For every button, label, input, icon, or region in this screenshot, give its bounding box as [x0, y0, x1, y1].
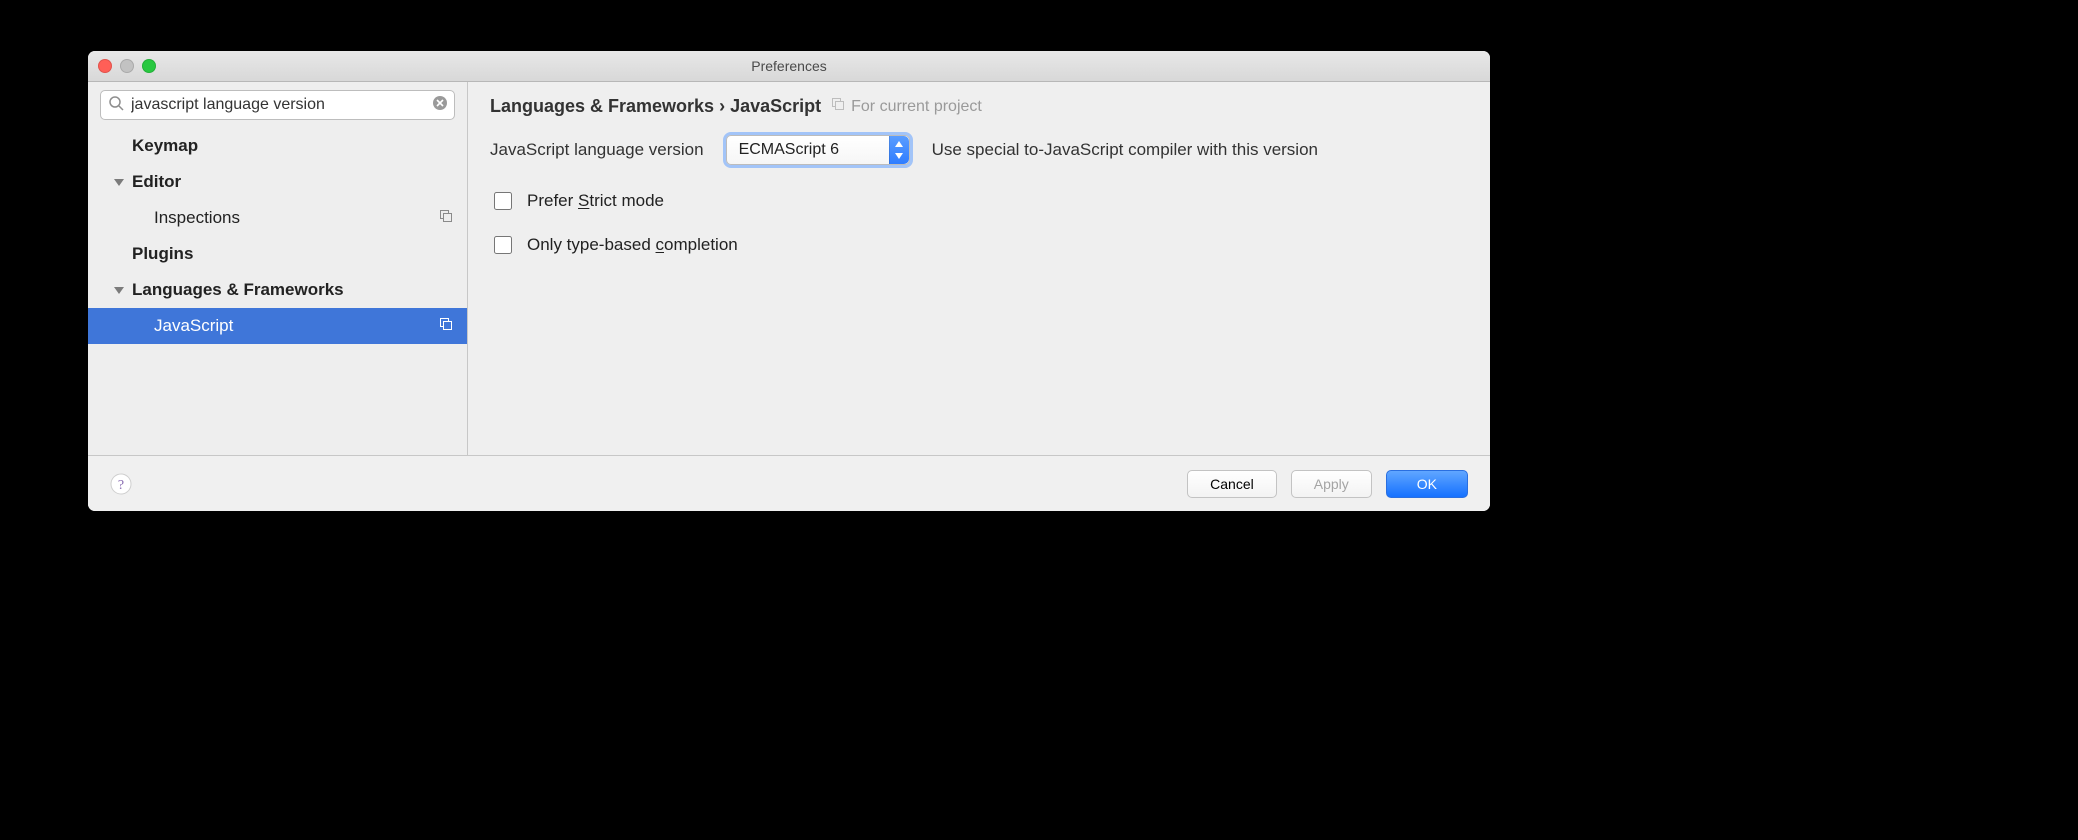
sidebar-item-languages-frameworks[interactable]: Languages & Frameworks [88, 272, 467, 308]
search-icon [108, 95, 124, 115]
ok-button[interactable]: OK [1386, 470, 1468, 498]
sidebar-item-keymap[interactable]: Keymap [88, 128, 467, 164]
minimize-window-icon [120, 59, 134, 73]
language-version-value: ECMAScript 6 [739, 141, 839, 159]
scope-icon [439, 316, 453, 336]
window-controls [98, 59, 156, 73]
type-completion-checkbox[interactable]: Only type-based completion [490, 233, 1466, 257]
clear-search-icon[interactable] [432, 95, 448, 115]
type-completion-input[interactable] [494, 236, 512, 254]
prefer-strict-input[interactable] [494, 192, 512, 210]
scope-icon [831, 97, 845, 116]
sidebar-item-label: Editor [132, 172, 181, 192]
sidebar-item-javascript[interactable]: JavaScript [88, 308, 467, 344]
apply-button[interactable]: Apply [1291, 470, 1372, 498]
sidebar-item-inspections[interactable]: Inspections [88, 200, 467, 236]
svg-text:?: ? [118, 478, 124, 493]
sidebar-item-label: Languages & Frameworks [132, 280, 344, 300]
sidebar-item-label: Inspections [154, 208, 240, 228]
type-completion-label: Only type-based completion [527, 235, 738, 255]
search-input[interactable] [129, 95, 424, 115]
scope-hint: For current project [831, 97, 982, 116]
sidebar-item-label: Keymap [132, 136, 198, 156]
scope-icon [439, 208, 453, 228]
language-version-label: JavaScript language version [490, 140, 704, 160]
sidebar-item-plugins[interactable]: Plugins [88, 236, 467, 272]
prefer-strict-label: Prefer Strict mode [527, 191, 664, 211]
chevron-down-icon[interactable] [114, 280, 124, 300]
preferences-search[interactable] [100, 90, 455, 120]
sidebar-item-label: Plugins [132, 244, 193, 264]
sidebar-item-editor[interactable]: Editor [88, 164, 467, 200]
breadcrumb-path: Languages & Frameworks › JavaScript [490, 96, 821, 117]
help-icon[interactable]: ? [110, 473, 132, 495]
language-version-select[interactable]: ECMAScript 6 [726, 135, 910, 165]
window-title: Preferences [751, 58, 826, 74]
cancel-button[interactable]: Cancel [1187, 470, 1277, 498]
settings-tree[interactable]: Keymap Editor Inspections Plugins Languages … [88, 128, 467, 455]
close-window-icon[interactable] [98, 59, 112, 73]
titlebar: Preferences [88, 51, 1490, 82]
chevron-down-icon[interactable] [114, 172, 124, 192]
language-version-note: Use special to-JavaScript compiler with … [932, 140, 1318, 160]
preferences-dialog: Preferences KeymapEditorInspecti [88, 51, 1490, 511]
sidebar: Keymap Editor Inspections Plugins Languages … [88, 82, 468, 455]
settings-panel: Languages & Frameworks › JavaScript For … [468, 82, 1490, 455]
zoom-window-icon[interactable] [142, 59, 156, 73]
scope-hint-label: For current project [851, 98, 982, 116]
select-stepper-icon [889, 136, 909, 164]
dialog-footer: ? Cancel Apply OK [88, 455, 1490, 511]
sidebar-item-label: JavaScript [154, 316, 233, 336]
prefer-strict-checkbox[interactable]: Prefer Strict mode [490, 189, 1466, 213]
breadcrumb: Languages & Frameworks › JavaScript For … [490, 96, 1466, 117]
